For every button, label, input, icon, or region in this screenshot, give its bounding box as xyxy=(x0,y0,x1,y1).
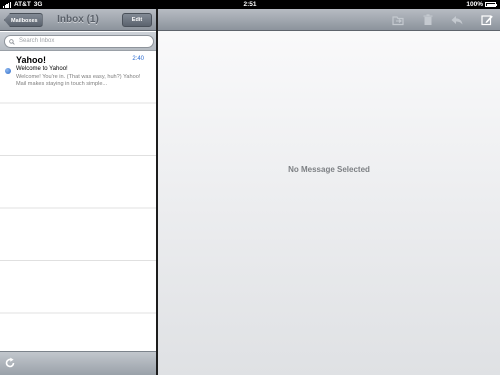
message-subject: Welcome to Yahoo! xyxy=(16,66,68,72)
unread-dot-icon xyxy=(5,68,11,74)
battery-percent: 100% xyxy=(466,1,483,8)
message-toolbar xyxy=(158,9,500,31)
search-placeholder: Search Inbox xyxy=(19,38,55,44)
refresh-icon[interactable] xyxy=(4,357,16,369)
inbox-toolbar: Inbox (1) Mailboxes Edit xyxy=(0,9,156,31)
message-time: 2:40 xyxy=(132,56,144,62)
search-bar: Search Inbox xyxy=(0,32,156,51)
reply-icon[interactable] xyxy=(450,13,464,27)
message-preview: Welcome! You're in. (That was easy, huh?… xyxy=(16,74,141,88)
inbox-pane: Inbox (1) Mailboxes Edit Search Inbox Ya… xyxy=(0,9,156,375)
message-list: Yahoo! 2:40 Welcome to Yahoo! Welcome! Y… xyxy=(0,52,156,360)
no-message-selected-label: No Message Selected xyxy=(288,165,370,174)
search-icon xyxy=(9,38,15,45)
clock: 2:51 xyxy=(243,1,257,8)
edit-button[interactable]: Edit xyxy=(122,13,152,27)
battery-icon xyxy=(485,2,497,7)
message-row[interactable]: Yahoo! 2:40 Welcome to Yahoo! Welcome! Y… xyxy=(0,52,156,103)
status-bar: AT&T 3G 2:51 100% xyxy=(0,0,500,9)
message-detail-pane: No Message Selected xyxy=(158,9,500,375)
mailboxes-back-button[interactable]: Mailboxes xyxy=(4,13,43,27)
inbox-bottom-toolbar xyxy=(0,351,156,375)
trash-icon[interactable] xyxy=(421,13,435,27)
folder-icon[interactable] xyxy=(391,13,405,27)
compose-icon[interactable] xyxy=(480,13,494,27)
search-input[interactable]: Search Inbox xyxy=(4,35,154,48)
message-sender: Yahoo! xyxy=(16,55,47,65)
battery-status: 100% xyxy=(466,0,497,9)
